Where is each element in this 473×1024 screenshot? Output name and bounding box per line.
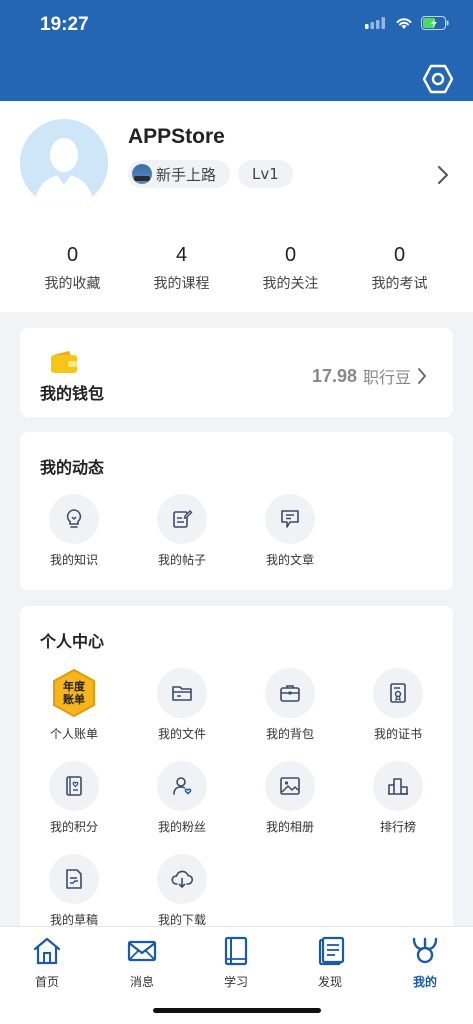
stat-label: 我的关注: [262, 276, 319, 292]
edit-note-icon: [173, 510, 193, 528]
wallet-chevron-right-icon: [418, 368, 426, 384]
tab-label: 消息: [129, 975, 154, 989]
rank-badge: 新手上路: [128, 160, 231, 188]
wallet-balance[interactable]: 17.98 职行豆: [312, 364, 427, 388]
personal-item-files[interactable]: 我的文件: [128, 668, 236, 742]
wallet-icon: [50, 350, 78, 378]
stat-label: 我的课程: [153, 276, 210, 292]
stat-following[interactable]: 0 我的关注: [236, 244, 345, 293]
wifi-icon: [396, 18, 412, 29]
tab-discover[interactable]: 发现: [295, 935, 365, 990]
book-icon: [224, 936, 248, 966]
personal-item-downloads[interactable]: 我的下载: [128, 854, 236, 928]
item-label: 个人账单: [49, 727, 98, 741]
tab-home[interactable]: 首页: [12, 935, 82, 990]
dynamics-item-articles[interactable]: 我的文章: [236, 494, 344, 568]
profile-section: APPStore 新手上路 Lv1 0 我的收藏 4 我的课程 0 我的关注 0…: [0, 101, 473, 312]
wallet-card[interactable]: 我的钱包 17.98 职行豆: [20, 328, 453, 417]
item-label: 我的文章: [265, 553, 314, 567]
dynamics-card: 我的动态 我的知识 我的帖子 我的文章: [20, 432, 453, 590]
avatar[interactable]: [20, 119, 108, 207]
personal-item-fans[interactable]: 我的粉丝: [128, 761, 236, 835]
home-icon: [33, 937, 61, 965]
profile-stats: 0 我的收藏 4 我的课程 0 我的关注 0 我的考试: [0, 244, 473, 293]
mail-icon: [127, 940, 157, 962]
tab-label: 我的: [412, 975, 437, 989]
stat-label: 我的收藏: [44, 276, 101, 292]
stat-value: 0: [284, 244, 297, 266]
certificate-icon: [390, 683, 406, 703]
tab-label: 发现: [317, 975, 342, 989]
item-label: 我的文件: [157, 727, 206, 741]
folder-icon: [172, 686, 192, 701]
personal-item-leaderboard[interactable]: 排行榜: [344, 761, 452, 835]
rank-badge-label: 新手上路: [156, 165, 217, 184]
leaderboard-icon: [388, 778, 408, 795]
personal-item-points[interactable]: 我的积分: [20, 761, 128, 835]
default-avatar-icon: [20, 119, 108, 207]
item-label: 我的背包: [265, 727, 314, 741]
stat-courses[interactable]: 4 我的课程: [127, 244, 236, 293]
personal-center-card: 个人中心 年度 账单 个人账单 我的文件 我的背包 我的证书 我的积分 我的粉丝…: [20, 606, 453, 936]
annual-bill-text-2: 账单: [63, 692, 85, 706]
personal-item-certificates[interactable]: 我的证书: [344, 668, 452, 742]
item-label: 我的证书: [373, 727, 422, 741]
backpack-icon: [280, 685, 300, 702]
level-badge: Lv1: [238, 160, 293, 188]
lightbulb-icon: [66, 509, 82, 528]
article-icon: [281, 510, 299, 528]
personal-item-annual-bill[interactable]: 年度 账单 个人账单: [20, 668, 128, 742]
settings-hexagon-icon: [422, 64, 454, 94]
personal-item-backpack[interactable]: 我的背包: [236, 668, 344, 742]
stat-value: 0: [393, 244, 406, 266]
fans-icon: [173, 777, 192, 795]
tab-messages[interactable]: 消息: [107, 935, 177, 990]
item-label: 我的相册: [265, 820, 314, 834]
annual-bill-text-1: 年度: [63, 679, 86, 693]
rank-badge-icon: [132, 164, 152, 184]
stat-favorites[interactable]: 0 我的收藏: [18, 244, 127, 293]
tab-label: 首页: [34, 975, 59, 989]
item-label: 排行榜: [379, 820, 416, 834]
signal-icon: [365, 17, 385, 29]
tab-study[interactable]: 学习: [201, 935, 271, 990]
status-time: 19:27: [40, 14, 89, 35]
tab-profile[interactable]: 我的: [390, 935, 460, 990]
stat-label: 我的考试: [371, 276, 428, 292]
settings-button[interactable]: [421, 62, 455, 96]
item-label: 我的知识: [49, 553, 98, 567]
item-label: 我的积分: [49, 820, 98, 834]
dynamics-item-knowledge[interactable]: 我的知识: [20, 494, 128, 568]
personal-center-title: 个人中心: [40, 632, 105, 651]
item-label: 我的粉丝: [157, 820, 206, 834]
wallet-unit: 职行豆: [362, 368, 411, 387]
dynamics-item-posts[interactable]: 我的帖子: [128, 494, 236, 568]
badge-row: 新手上路 Lv1: [128, 160, 293, 188]
top-header: 19:27: [0, 0, 473, 101]
status-icons: [365, 16, 449, 30]
personal-item-album[interactable]: 我的相册: [236, 761, 344, 835]
wallet-title: 我的钱包: [40, 384, 105, 403]
dynamics-title: 我的动态: [40, 458, 105, 477]
draft-icon: [66, 869, 82, 889]
album-icon: [280, 777, 300, 795]
annual-bill-icon: 年度 账单: [53, 668, 95, 718]
points-icon: [66, 776, 82, 796]
home-indicator: [153, 1008, 321, 1013]
stat-value: 4: [175, 244, 188, 266]
username: APPStore: [128, 125, 225, 148]
battery-icon: [421, 16, 449, 30]
personal-item-drafts[interactable]: 我的草稿: [20, 854, 128, 928]
profile-chevron-right-icon[interactable]: [437, 165, 449, 189]
wallet-amount: 17.98: [311, 365, 357, 386]
stat-value: 0: [66, 244, 79, 266]
stat-exams[interactable]: 0 我的考试: [345, 244, 454, 293]
download-icon: [171, 870, 194, 888]
profile-icon: [412, 937, 438, 964]
item-label: 我的帖子: [157, 553, 206, 567]
discover-icon: [318, 936, 345, 966]
tab-label: 学习: [223, 975, 248, 989]
